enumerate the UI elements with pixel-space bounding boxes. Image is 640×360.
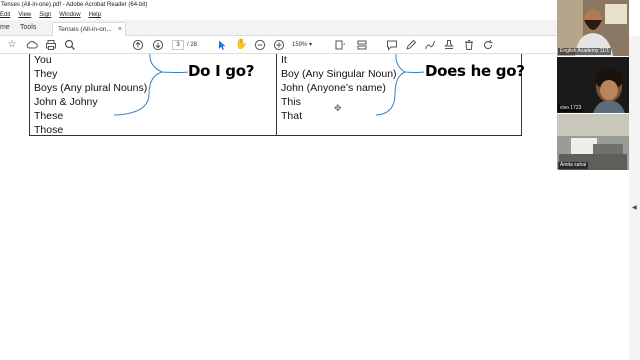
menu-help[interactable]: Help: [89, 10, 101, 20]
move-cursor-icon: ✥: [334, 103, 342, 113]
participant-name-1: English Academy 11/1: [558, 48, 612, 55]
left-brace-mark: [113, 54, 189, 116]
zoom-level-select[interactable]: 159% ▾: [292, 40, 322, 50]
collapse-arrow-icon[interactable]: ◀: [632, 204, 637, 211]
draw-icon[interactable]: [424, 39, 436, 51]
next-page-icon[interactable]: [152, 39, 164, 51]
page-total: / 28: [187, 42, 198, 48]
left-word-you: You: [34, 54, 52, 66]
left-word-john-johny: John & Johny: [34, 96, 98, 108]
zoom-in-icon[interactable]: [273, 39, 285, 51]
page-number-input[interactable]: 3: [172, 40, 184, 50]
menu-view[interactable]: View: [18, 10, 31, 20]
tab-home[interactable]: me: [0, 20, 10, 36]
right-word-it: It: [281, 54, 287, 66]
participant-name-4: Amita sahai: [558, 162, 589, 169]
stamp-icon[interactable]: [443, 39, 455, 51]
window-title: Tenses (All-in-one).pdf - Adobe Acrobat …: [0, 0, 558, 10]
tab-tools[interactable]: Tools: [20, 20, 36, 36]
highlight-pen-icon[interactable]: [405, 39, 417, 51]
right-word-this: This: [281, 96, 301, 108]
video-panel: English Academy 11/1 vivo 1723 Amita sah…: [557, 0, 629, 360]
right-phrase: Does he go?: [425, 62, 525, 80]
participant-name-3: vivo 1723: [558, 105, 584, 112]
page-fit-icon[interactable]: [334, 39, 346, 51]
hand-tool-icon[interactable]: ✋: [235, 39, 247, 51]
close-tab-icon[interactable]: ×: [118, 23, 122, 36]
main-toolbar: ☆ 3 / 28 ✋ 159% ▾: [0, 36, 558, 54]
right-brace-mark: [375, 54, 425, 116]
delete-icon[interactable]: [463, 39, 475, 51]
tab-document[interactable]: Tenses (All-in-on... ×: [52, 22, 126, 36]
document-view[interactable]: You They Boys (Any plural Nouns) John & …: [0, 54, 558, 360]
table-column-divider: [276, 54, 277, 136]
select-cursor-icon[interactable]: [216, 39, 228, 51]
left-word-these: These: [34, 110, 64, 122]
menu-edit[interactable]: Edit: [0, 10, 10, 20]
participant-tile-4[interactable]: Amita sahai: [557, 114, 629, 170]
menu-bar: Edit View Sign Window Help: [0, 10, 558, 20]
right-word-that: That: [281, 110, 303, 122]
left-word-they: They: [34, 68, 58, 80]
scroll-mode-icon[interactable]: [356, 39, 368, 51]
comment-icon[interactable]: [386, 39, 398, 51]
rotate-icon[interactable]: [482, 39, 494, 51]
acrobat-screen: Tenses (All-in-one).pdf - Adobe Acrobat …: [0, 0, 640, 360]
zoom-level-value: 159%: [292, 42, 308, 48]
left-word-those: Those: [34, 124, 64, 136]
tab-document-label: Tenses (All-in-on...: [58, 26, 112, 33]
search-icon[interactable]: [64, 39, 76, 51]
menu-sign[interactable]: Sign: [39, 10, 51, 20]
participant-tile-1[interactable]: English Academy 11/1: [557, 0, 629, 56]
star-icon[interactable]: ☆: [6, 39, 18, 51]
print-icon[interactable]: [45, 39, 57, 51]
participant-tile-3[interactable]: vivo 1723: [557, 57, 629, 113]
vertical-scrollbar[interactable]: ◀: [629, 36, 640, 360]
menu-window[interactable]: Window: [59, 10, 80, 20]
upload-cloud-icon[interactable]: [26, 39, 38, 51]
tab-bar: me Tools Tenses (All-in-on... ×: [0, 20, 558, 36]
right-word-john: John (Anyone’s name): [281, 82, 386, 94]
previous-page-icon[interactable]: [132, 39, 144, 51]
zoom-out-icon[interactable]: [254, 39, 266, 51]
left-phrase: Do I go?: [188, 62, 255, 80]
